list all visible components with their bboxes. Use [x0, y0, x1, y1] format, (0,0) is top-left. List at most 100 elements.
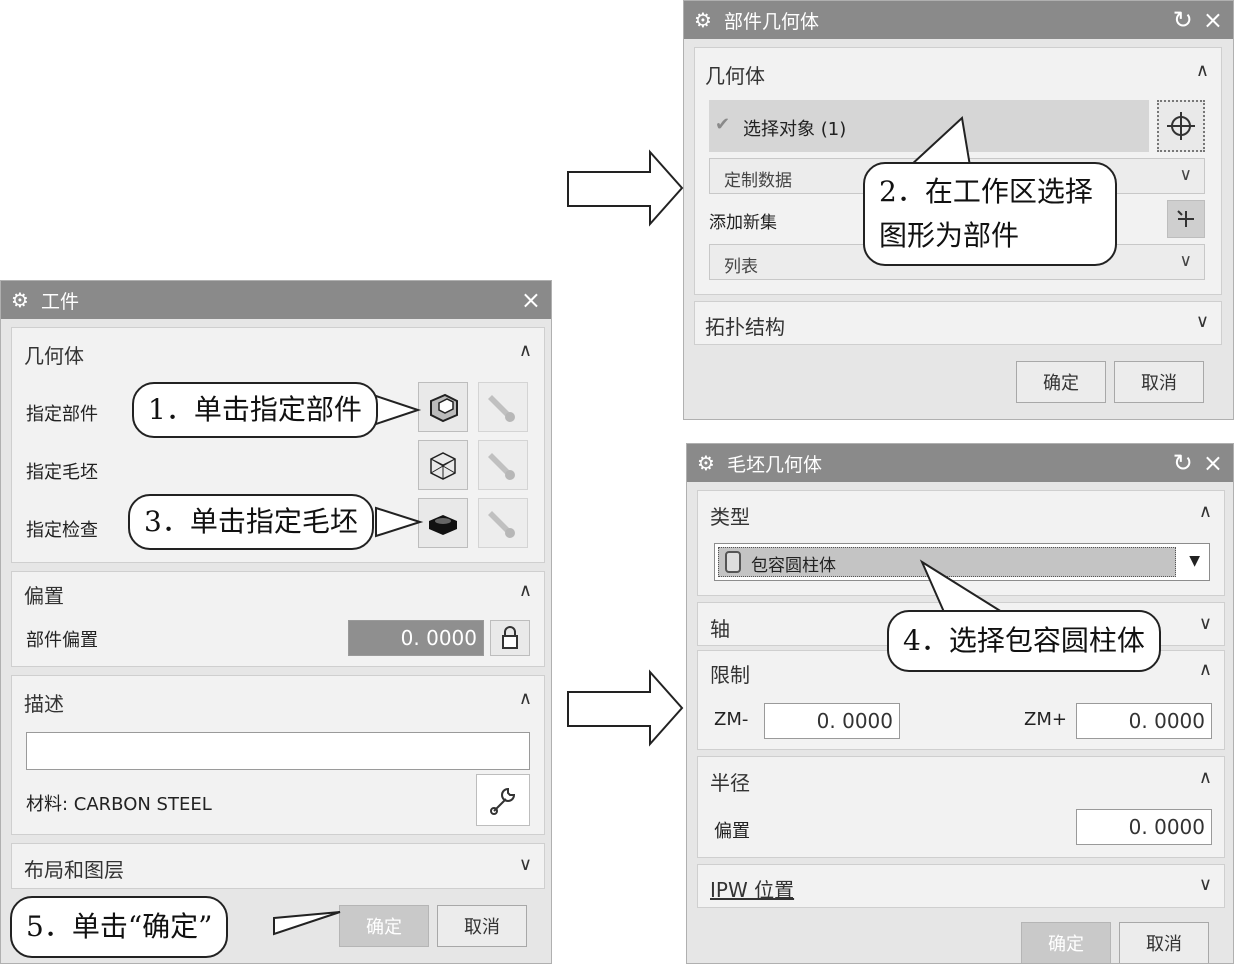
cylinder-icon	[725, 551, 741, 573]
lock-button[interactable]	[490, 620, 530, 656]
axis-header[interactable]: 轴	[710, 613, 730, 642]
gear-icon[interactable]: ⚙	[694, 8, 712, 32]
zm-minus-field[interactable]: 0. 0000	[764, 703, 900, 739]
ipw-position-header[interactable]: IPW 位置	[710, 874, 794, 903]
dialog-title: 工件	[40, 290, 79, 313]
callout-step5: 5．单击“确定”	[10, 896, 229, 958]
cancel-button[interactable]: 取消	[1119, 922, 1209, 963]
cancel-button[interactable]: 取消	[1114, 361, 1204, 403]
close-icon[interactable]: ×	[1203, 8, 1223, 32]
ok-button[interactable]: 确定	[339, 905, 429, 947]
type-select[interactable]: 包容圆柱体 ▼	[714, 543, 1210, 581]
topology-section: 拓扑结构 ∨	[694, 301, 1222, 345]
part-geometry-titlebar[interactable]: ⚙ 部件几何体 ↻ ×	[684, 1, 1233, 39]
select-object-label: 选择对象 (1)	[743, 119, 847, 140]
gear-icon[interactable]: ⚙	[11, 288, 29, 312]
callout-step4: 4．选择包容圆柱体	[887, 610, 1161, 672]
callout-step3: 3．单击指定毛坯	[128, 494, 374, 550]
blank-geometry-dialog: ⚙ 毛坯几何体 ↻ × 类型 ∧ 包容圆柱体 ▼ 轴 ∨ 限制 ∧ ZM- 0.…	[686, 443, 1234, 964]
dropdown-arrow-icon: ▼	[1189, 553, 1200, 569]
specify-part-label: 指定部件	[26, 404, 98, 425]
flashlight-icon	[488, 511, 515, 538]
select-point-button[interactable]	[1157, 100, 1205, 152]
chevron-up-icon[interactable]: ∧	[519, 580, 532, 601]
chevron-up-icon[interactable]: ∧	[1199, 767, 1212, 788]
topology-header[interactable]: 拓扑结构	[705, 311, 785, 340]
radius-header[interactable]: 半径	[710, 767, 750, 796]
reset-icon[interactable]: ↻	[1173, 8, 1193, 32]
ok-button[interactable]: 确定	[1021, 922, 1111, 963]
close-icon[interactable]: ×	[1203, 451, 1223, 475]
part-offset-field[interactable]: 0. 0000	[348, 620, 484, 656]
select-object-row[interactable]: ✔ 选择对象 (1)	[709, 100, 1149, 152]
type-header[interactable]: 类型	[710, 501, 750, 530]
offset-header[interactable]: 偏置	[24, 580, 64, 609]
specify-check-button[interactable]	[418, 498, 468, 548]
description-section: 描述 ∧ 材料: CARBON STEEL	[11, 675, 545, 835]
specify-part-button[interactable]	[418, 382, 468, 432]
type-section: 类型 ∧ 包容圆柱体 ▼	[697, 490, 1225, 596]
cancel-button[interactable]: 取消	[437, 905, 527, 947]
offset-section: 偏置 ∧ 部件偏置 0. 0000	[11, 571, 545, 667]
description-header[interactable]: 描述	[24, 688, 64, 717]
layout-section: 布局和图层 ∨	[11, 843, 545, 889]
checkmark-icon: ✔	[715, 114, 731, 135]
arrow-right-icon	[567, 149, 684, 227]
chevron-up-icon[interactable]: ∧	[1199, 501, 1212, 522]
geometry-header[interactable]: 几何体	[24, 340, 84, 369]
wrench-icon	[490, 787, 516, 815]
flashlight-icon	[488, 453, 515, 480]
display-check-button[interactable]	[478, 498, 528, 548]
zm-plus-label: ZM+	[1024, 709, 1067, 730]
chevron-down-icon[interactable]: ∨	[1199, 613, 1212, 634]
chevron-down-icon[interactable]: ∨	[1196, 311, 1209, 332]
chevron-up-icon[interactable]: ∧	[519, 688, 532, 709]
dialog-title: 部件几何体	[723, 10, 819, 33]
callout-step2-line1: 2．在工作区选择	[879, 175, 1093, 208]
gear-icon[interactable]: ⚙	[697, 451, 715, 475]
part-offset-label: 部件偏置	[26, 630, 98, 651]
specify-blank-label: 指定毛坯	[26, 462, 98, 483]
add-set-icon	[1177, 210, 1194, 227]
chevron-down-icon[interactable]: ∨	[1199, 874, 1212, 895]
chevron-down-icon[interactable]: ∨	[519, 854, 532, 875]
description-input[interactable]	[26, 732, 530, 770]
chevron-down-icon: ∨	[1179, 165, 1192, 185]
ok-button[interactable]: 确定	[1016, 361, 1106, 403]
close-icon[interactable]: ×	[521, 288, 541, 312]
add-new-set-label: 添加新集	[709, 213, 777, 233]
offset-label: 偏置	[714, 821, 750, 842]
callout-step1: 1．单击指定部件	[132, 382, 378, 438]
dialog-title: 毛坯几何体	[726, 453, 822, 476]
material-label: 材料: CARBON STEEL	[26, 794, 212, 815]
offset-field[interactable]: 0. 0000	[1076, 809, 1212, 845]
add-new-set-button[interactable]	[1167, 200, 1205, 238]
layout-header[interactable]: 布局和图层	[24, 854, 124, 883]
display-part-button[interactable]	[478, 382, 528, 432]
chevron-up-icon[interactable]: ∧	[1196, 60, 1209, 81]
part-icon	[430, 393, 458, 423]
custom-data-label: 定制数据	[724, 171, 792, 191]
workpiece-titlebar[interactable]: ⚙ 工件 ×	[1, 281, 551, 319]
list-label: 列表	[724, 257, 758, 277]
specify-blank-button[interactable]	[418, 440, 468, 490]
chevron-up-icon[interactable]: ∧	[519, 340, 532, 361]
zm-plus-field[interactable]: 0. 0000	[1076, 703, 1212, 739]
geometry-header[interactable]: 几何体	[705, 60, 765, 89]
check-icon	[429, 515, 457, 535]
arrow-right-icon	[567, 669, 684, 747]
reset-icon[interactable]: ↻	[1173, 451, 1193, 475]
callout-step2-line2: 图形为部件	[879, 219, 1020, 252]
blank-geometry-titlebar[interactable]: ⚙ 毛坯几何体 ↻ ×	[687, 444, 1233, 482]
ipw-position-section: IPW 位置 ∨	[697, 864, 1225, 908]
zm-minus-label: ZM-	[714, 709, 749, 730]
radius-section: 半径 ∧ 偏置 0. 0000	[697, 756, 1225, 858]
callout-step2: 2．在工作区选择 图形为部件	[863, 162, 1117, 266]
blank-icon	[430, 452, 456, 480]
display-blank-button[interactable]	[478, 440, 528, 490]
crosshair-icon	[1167, 112, 1195, 140]
limit-header[interactable]: 限制	[710, 659, 750, 688]
type-select-value: 包容圆柱体	[751, 556, 836, 576]
chevron-up-icon[interactable]: ∧	[1199, 659, 1212, 680]
material-button[interactable]	[476, 774, 530, 826]
